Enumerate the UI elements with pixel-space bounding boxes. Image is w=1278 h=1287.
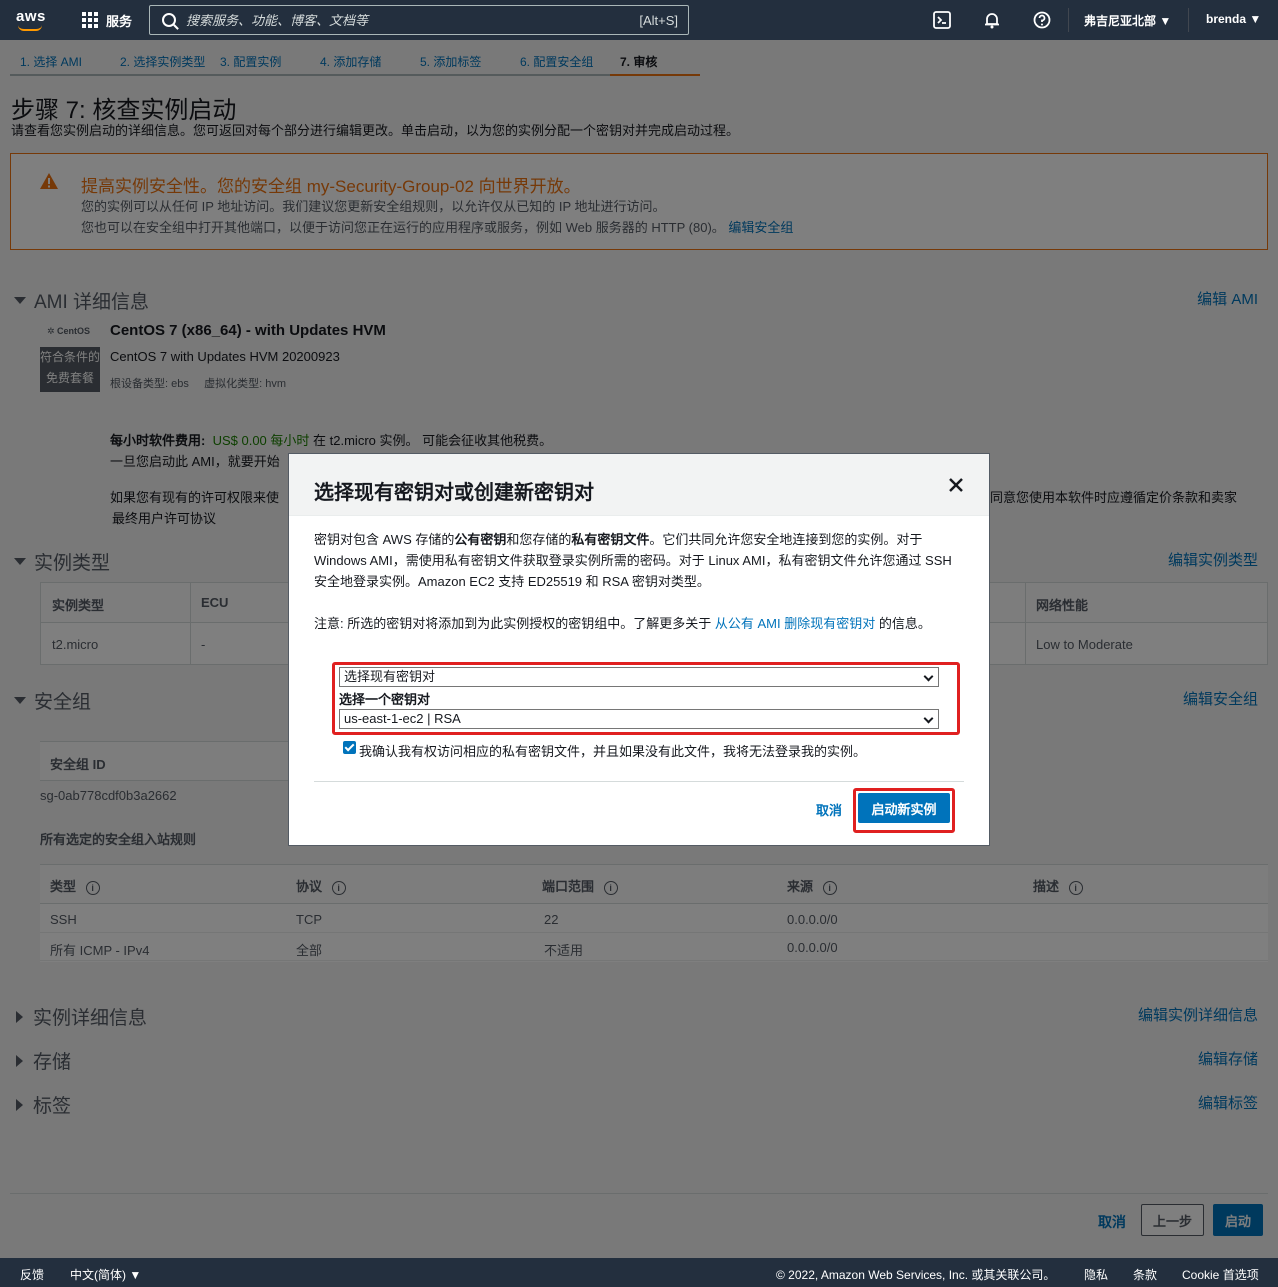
- cookie-preferences-link[interactable]: Cookie 首选项: [1182, 1266, 1259, 1283]
- region-selector[interactable]: 弗吉尼亚北部 ▼: [1084, 12, 1171, 29]
- footer: 反馈 中文(简体) ▼ © 2022, Amazon Web Services,…: [0, 1258, 1278, 1287]
- user-menu[interactable]: brenda ▼: [1206, 12, 1261, 26]
- chevron-down-icon: [923, 671, 934, 682]
- copyright: © 2022, Amazon Web Services, Inc. 或其关联公司…: [776, 1268, 1056, 1282]
- cloudshell-icon[interactable]: [932, 10, 952, 30]
- launch-instances-button[interactable]: 启动新实例: [858, 793, 950, 823]
- feedback-link[interactable]: 反馈: [20, 1266, 44, 1283]
- key-pair-modal: 选择现有密钥对或创建新密钥对 密钥对包含 AWS 存储的公有密钥和您存储的私有密…: [288, 453, 990, 846]
- privacy-link[interactable]: 隐私: [1084, 1266, 1108, 1283]
- key-pair-label: 选择一个密钥对: [339, 692, 431, 707]
- modal-note: 注意: 所选的密钥对将添加到为此实例授权的密钥组中。了解更多关于 从公有 AMI…: [314, 616, 931, 631]
- search-box[interactable]: [Alt+S]: [149, 5, 689, 35]
- search-input[interactable]: [186, 12, 616, 28]
- grid-icon: [82, 12, 98, 28]
- modal-cancel-button[interactable]: 取消: [816, 800, 842, 819]
- aws-logo[interactable]: aws: [12, 5, 52, 35]
- bell-icon[interactable]: [982, 10, 1002, 30]
- search-icon: [162, 13, 176, 27]
- key-pair-select[interactable]: us-east-1-ec2 | RSA: [339, 709, 939, 729]
- remove-key-pair-link[interactable]: 从公有 AMI 删除现有密钥对: [715, 616, 875, 631]
- acknowledge-checkbox[interactable]: [343, 741, 356, 754]
- close-icon[interactable]: [947, 476, 965, 494]
- acknowledge-label: 我确认我有权访问相应的私有密钥文件，并且如果没有此文件，我将无法登录我的实例。: [359, 744, 867, 759]
- language-selector[interactable]: 中文(简体) ▼: [70, 1266, 141, 1283]
- search-shortcut: [Alt+S]: [639, 12, 678, 28]
- services-menu-button[interactable]: 服务: [82, 11, 132, 30]
- terms-link[interactable]: 条款: [1133, 1266, 1157, 1283]
- help-icon[interactable]: [1032, 10, 1052, 30]
- modal-description: 密钥对包含 AWS 存储的公有密钥和您存储的私有密钥文件。它们共同允许您安全地连…: [314, 532, 952, 589]
- chevron-down-icon: [923, 713, 934, 724]
- modal-title: 选择现有密钥对或创建新密钥对: [314, 482, 594, 504]
- key-pair-option-select[interactable]: 选择现有密钥对: [339, 667, 939, 687]
